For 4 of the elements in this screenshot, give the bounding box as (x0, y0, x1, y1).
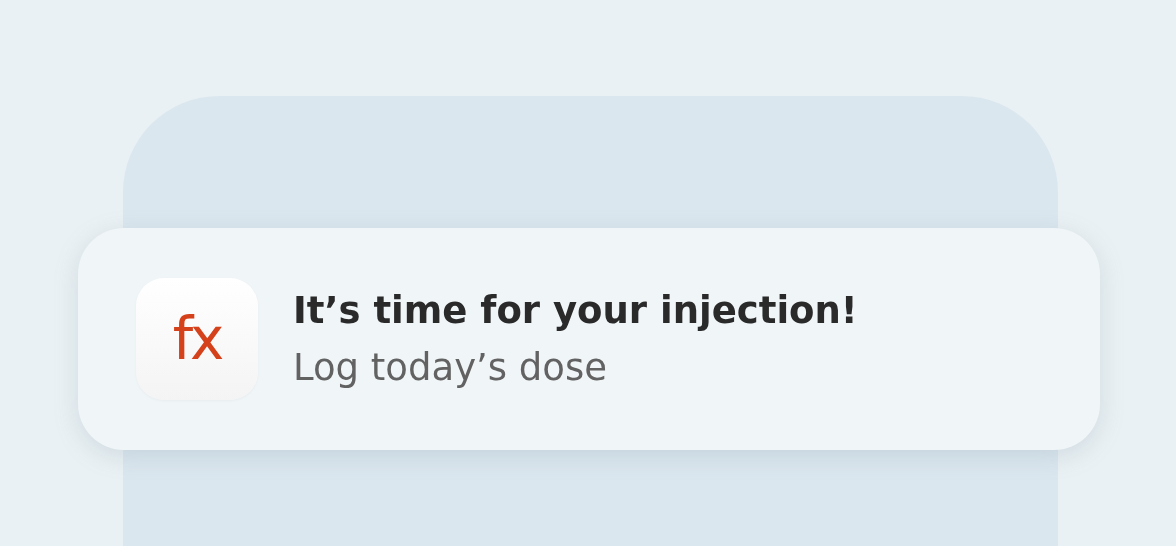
notification-body: Log today’s dose (293, 346, 608, 389)
notification-card[interactable]: fx It’s time for your injection! Log today’s dose (78, 228, 1100, 450)
app-icon: fx (136, 278, 258, 400)
notification-title: It’s time for your injection! (293, 289, 858, 332)
